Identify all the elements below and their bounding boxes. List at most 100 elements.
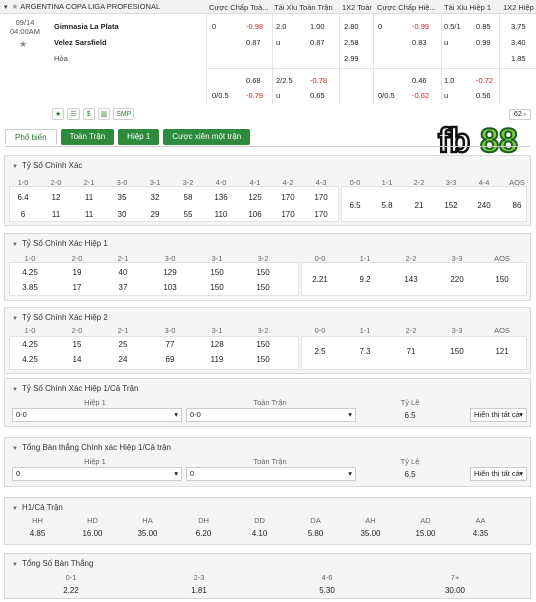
odds-value[interactable]: 119: [197, 355, 237, 364]
odds-value[interactable]: 32: [140, 193, 170, 202]
odds-value[interactable]: 19: [57, 268, 97, 277]
odds-cell[interactable]: -0.62: [412, 91, 429, 100]
odds-value[interactable]: 4.25: [10, 268, 50, 277]
tab-popular[interactable]: Phổ biến: [5, 129, 57, 145]
half-score-select[interactable]: 0-0 ▾: [12, 408, 182, 422]
odds-value[interactable]: 103: [150, 283, 190, 292]
dollar-icon[interactable]: $: [82, 108, 95, 120]
panel-title[interactable]: ▼ H1/Cả Trận: [12, 503, 63, 512]
tab-full-time[interactable]: Toàn Trận: [60, 129, 115, 145]
odds-value[interactable]: 150: [243, 268, 283, 277]
odds-value[interactable]: 106: [240, 210, 270, 219]
odds-value[interactable]: 69: [150, 355, 190, 364]
fulltime-score-select[interactable]: 0-0 ▾: [186, 408, 356, 422]
odds-cell[interactable]: 0.56: [476, 91, 491, 100]
odds-value[interactable]: 30.00: [396, 586, 514, 595]
odds-value[interactable]: 5.30: [268, 586, 386, 595]
odds-cell[interactable]: 1.00: [310, 22, 325, 31]
star-icon[interactable]: ★: [12, 2, 19, 11]
odds-value[interactable]: 3.85: [10, 283, 50, 292]
odds-value[interactable]: 16.00: [65, 529, 120, 538]
odds-value[interactable]: 7.3: [345, 347, 385, 356]
odds-value[interactable]: 35: [107, 193, 137, 202]
odds-value[interactable]: 170: [306, 193, 336, 202]
odds-value[interactable]: 71: [391, 347, 431, 356]
odds-value[interactable]: 14: [57, 355, 97, 364]
odds-cell[interactable]: 0.87: [246, 38, 261, 47]
odds-cell[interactable]: 0.87: [310, 38, 325, 47]
smp-button[interactable]: SMP: [113, 108, 135, 120]
odds-value[interactable]: 170: [273, 210, 303, 219]
odds-value[interactable]: 77: [150, 340, 190, 349]
odds-value[interactable]: 9.2: [345, 275, 385, 284]
odds-value[interactable]: 15: [57, 340, 97, 349]
odds-value[interactable]: 150: [243, 283, 283, 292]
odds-value[interactable]: 2.21: [300, 275, 340, 284]
odds-value[interactable]: 17: [57, 283, 97, 292]
half-score-select[interactable]: 0 ▾: [12, 467, 182, 481]
odds-value[interactable]: 240: [469, 201, 499, 210]
odds-cell[interactable]: 2.80: [344, 22, 359, 31]
odds-value[interactable]: 152: [436, 201, 466, 210]
odds-value[interactable]: 11: [74, 193, 104, 202]
odds-value[interactable]: 30: [107, 210, 137, 219]
panel-title[interactable]: ▼ Tổng Bàn thắng Chính xác Hiệp 1/Cả trận: [12, 443, 171, 452]
tab-single-parlay[interactable]: Cược xiên một trận: [163, 129, 251, 145]
odds-value[interactable]: 150: [243, 355, 283, 364]
panel-title[interactable]: ▼ Tỷ Số Chính Xác Hiệp 1/Cả Trận: [12, 384, 138, 393]
odds-cell[interactable]: 0.46: [412, 76, 427, 85]
fulltime-score-select[interactable]: 0 ▾: [186, 467, 356, 481]
odds-value[interactable]: 12: [41, 193, 71, 202]
odds-value[interactable]: 6: [8, 210, 38, 219]
odds-value[interactable]: 110: [206, 210, 236, 219]
odds-value[interactable]: 6.5: [360, 411, 460, 420]
odds-value[interactable]: 6.4: [8, 193, 38, 202]
odds-cell[interactable]: -0.78: [310, 76, 327, 85]
odds-cell[interactable]: 0.83: [412, 38, 427, 47]
odds-value[interactable]: 150: [197, 268, 237, 277]
odds-value[interactable]: 220: [437, 275, 477, 284]
odds-value[interactable]: 40: [103, 268, 143, 277]
odds-value[interactable]: 129: [150, 268, 190, 277]
odds-value[interactable]: 11: [74, 210, 104, 219]
odds-value[interactable]: 150: [197, 283, 237, 292]
odds-value[interactable]: 24: [103, 355, 143, 364]
odds-value[interactable]: 4.85: [10, 529, 65, 538]
odds-cell[interactable]: 0.65: [310, 91, 325, 100]
market-count[interactable]: 62 ›: [509, 109, 531, 120]
tab-first-half[interactable]: Hiệp 1: [118, 129, 160, 145]
panel-title[interactable]: ▼ Tổng Số Bàn Thắng: [12, 559, 93, 568]
odds-value[interactable]: 4.25: [10, 340, 50, 349]
odds-value[interactable]: 125: [240, 193, 270, 202]
odds-cell[interactable]: 0.99: [476, 38, 491, 47]
odds-value[interactable]: 6.20: [176, 529, 231, 538]
odds-value[interactable]: 150: [437, 347, 477, 356]
odds-value[interactable]: 2.22: [12, 586, 130, 595]
odds-value[interactable]: 121: [482, 347, 522, 356]
panel-title[interactable]: ▼ Tỷ Số Chính Xác Hiệp 1: [12, 239, 108, 248]
star-icon[interactable]: ★: [52, 108, 65, 120]
odds-value[interactable]: 86: [502, 201, 532, 210]
odds-value[interactable]: 4.25: [10, 355, 50, 364]
odds-value[interactable]: 2.5: [300, 347, 340, 356]
odds-value[interactable]: 58: [173, 193, 203, 202]
list-icon[interactable]: ☰: [67, 108, 80, 120]
show-all-select[interactable]: Hiển thị tất cả ▾: [470, 467, 527, 481]
odds-value[interactable]: 4.10: [232, 529, 287, 538]
odds-value[interactable]: 35.00: [343, 529, 398, 538]
odds-cell[interactable]: 3.75: [511, 22, 526, 31]
odds-cell[interactable]: 2.99: [344, 54, 359, 63]
odds-cell[interactable]: 0.68: [246, 76, 261, 85]
odds-value[interactable]: 15.00: [398, 529, 453, 538]
odds-value[interactable]: 136: [206, 193, 236, 202]
odds-value[interactable]: 29: [140, 210, 170, 219]
odds-value[interactable]: 55: [173, 210, 203, 219]
odds-value[interactable]: 5.8: [372, 201, 402, 210]
odds-cell[interactable]: 1.85: [511, 54, 526, 63]
odds-value[interactable]: 170: [306, 210, 336, 219]
odds-value[interactable]: 150: [482, 275, 522, 284]
odds-cell[interactable]: -0.99: [412, 22, 429, 31]
odds-value[interactable]: 25: [103, 340, 143, 349]
odds-cell[interactable]: 3.40: [511, 38, 526, 47]
show-all-select[interactable]: Hiển thị tất cả ▾: [470, 408, 527, 422]
